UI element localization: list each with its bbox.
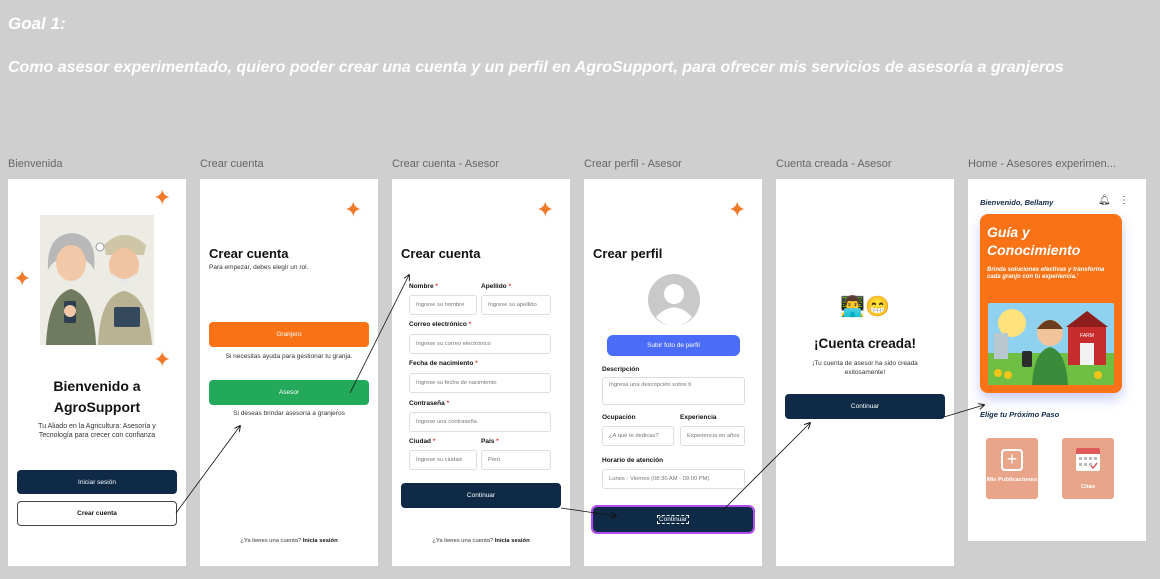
continue-button[interactable]: Continuar [401,483,561,508]
continue-button[interactable]: Continuar [591,505,755,534]
frame-label-bienvenida: Bienvenida [8,158,63,170]
sparkle-icon: ✦ [153,347,172,372]
correo-input[interactable]: Ingrese su correo electrónico [409,334,551,354]
profile-avatar-icon [648,274,700,326]
welcome-subtitle: Tu Aliado en la Agricultura: Asesoría y … [38,423,156,439]
asesor-hint: Si deseas brindar asesoría a granjeros [233,410,345,417]
greeting: Bienvenido, Bellamy [980,198,1054,207]
frame-label-crear-cuenta: Crear cuenta [200,158,264,170]
required-mark: * [435,283,438,290]
hero-text: Brinda soluciones efectivas y transforma… [987,267,1105,280]
footer-text: ¿Ya tienes una cuenta? [240,538,302,544]
ciudad-input[interactable]: Ingrese su ciudad [409,450,477,470]
hero-title-line1: Guía y [987,224,1030,240]
bell-icon[interactable]: 🔔︎ [1098,195,1111,206]
page-title: Crear cuenta [401,246,481,261]
goal-title: Goal 1: [8,14,66,33]
hero-title-line2: Conocimiento [987,242,1081,258]
frame-label-crear-perfil: Crear perfil - Asesor [584,158,682,170]
calendar-icon [1076,448,1100,471]
sparkle-icon: ✦ [153,185,172,210]
granjero-hint: Si necesitas ayuda para gestionar tu gra… [225,353,353,360]
hero-card: Guía y Conocimiento Brinda soluciones ef… [980,214,1122,393]
add-icon: + [1001,449,1023,471]
pais-label: País [481,438,495,445]
login-link[interactable]: Inicia sesión [303,538,338,544]
required-mark: * [475,360,478,367]
descripcion-input[interactable]: Ingresa una descripción sobre ti [602,377,745,405]
sparkle-icon: ✦ [344,197,363,222]
frame-crear-perfil: ✦ Crear perfil Subir foto de perfil Desc… [584,179,762,566]
required-mark: * [508,283,511,290]
ocupacion-input[interactable]: ¿A qué te dedicas? [602,426,674,446]
correo-label: Correo electrónico [409,321,467,328]
descripcion-label: Descripción [602,366,640,373]
fecha-input[interactable]: Ingrese su fecha de nacimiento [409,373,551,393]
page-subtitle: Para empezar, debes elegir un rol. [209,264,309,271]
tile-label: Mis Publicaciones [986,477,1038,483]
farmer-illustration: FARM [988,303,1114,385]
frame-home: Bienvenido, Bellamy 🔔︎ ⋮ Guía y Conocimi… [968,179,1146,541]
success-message: ¡Tu cuenta de asesor ha sido creada exit… [812,360,918,376]
sparkle-icon: ✦ [536,197,555,222]
experiencia-input[interactable]: Experiencia en años [680,426,745,446]
frame-crear-cuenta: ✦ Crear cuenta Para empezar, debes elegi… [200,179,378,566]
page-title: Crear cuenta [209,246,289,261]
contrasena-label: Contraseña [409,400,445,407]
frame-label-home: Home - Asesores experimen... [968,158,1116,170]
login-button[interactable]: Iniciar sesión [17,470,177,494]
apellido-input[interactable]: Ingrese su apellido [481,295,551,315]
ocupacion-label: Ocupación [602,414,636,421]
required-mark: * [432,438,436,445]
welcome-title-line1: Bienvenido a [53,378,141,394]
frame-label-cuenta-creada: Cuenta creada - Asesor [776,158,892,170]
login-footer: ¿Ya tienes una cuenta? Inicia sesión [392,538,570,544]
upload-photo-button[interactable]: Subir foto de perfil [607,335,740,356]
frame-bienvenida: ✦ ✦ ✦ Bienvenido a AgroSupport Tu Aliado… [8,179,186,566]
success-title: ¡Cuenta creada! [813,336,917,351]
granjero-button[interactable]: Granjero [209,322,369,347]
mis-publicaciones-tile[interactable]: + Mis Publicaciones [986,438,1038,499]
nombre-label: Nombre [409,283,434,290]
celebration-emoji: 👨‍💻😁 [840,296,890,318]
nombre-input[interactable]: Ingrese su nombre [409,295,477,315]
page-title: Crear perfil [593,246,663,261]
tile-label: Citas [1080,484,1096,490]
welcome-title-line2: AgroSupport [53,399,141,415]
goal-description: Como asesor experimentado, quiero poder … [8,59,1064,76]
experiencia-label: Experiencia [680,414,717,421]
continue-button[interactable]: Continuar [785,394,945,419]
elderly-couple-illustration [40,215,154,345]
login-link[interactable]: Inicia sesión [495,538,530,544]
continue-label: Continuar [656,515,690,524]
ciudad-label: Ciudad [409,438,432,445]
sparkle-icon: ✦ [728,197,747,222]
footer-text: ¿Ya tienes una cuenta? [432,538,494,544]
horario-input[interactable]: Lunes - Viernes (08:30 AM - 09:00 PM) [602,469,745,489]
more-icon[interactable]: ⋮ [1119,195,1129,206]
horario-label: Horario de atención [602,457,664,464]
required-mark: * [468,321,472,328]
frame-cuenta-creada: 👨‍💻😁 ¡Cuenta creada! ¡Tu cuenta de aseso… [776,179,954,566]
apellido-label: Apellido [481,283,507,290]
required-mark: * [496,438,499,445]
login-footer: ¿Ya tienes una cuenta? Inicia sesión [200,538,378,544]
asesor-button[interactable]: Asesor [209,380,369,405]
contrasena-input[interactable]: Ingrese una contraseña [409,412,551,432]
barn-label: FARM [1080,333,1094,339]
pais-select[interactable]: Perú [481,450,551,470]
frame-label-crear-cuenta-asesor: Crear cuenta - Asesor [392,158,499,170]
fecha-label: Fecha de nacimiento [409,360,474,367]
create-account-button[interactable]: Crear cuenta [17,501,177,526]
citas-tile[interactable]: Citas [1062,438,1114,499]
next-step-heading: Elige tu Próximo Paso [980,410,1060,419]
sparkle-icon: ✦ [13,266,32,291]
required-mark: * [446,400,450,407]
frame-crear-cuenta-asesor: ✦ Crear cuenta Nombre * Ingrese su nombr… [392,179,570,566]
